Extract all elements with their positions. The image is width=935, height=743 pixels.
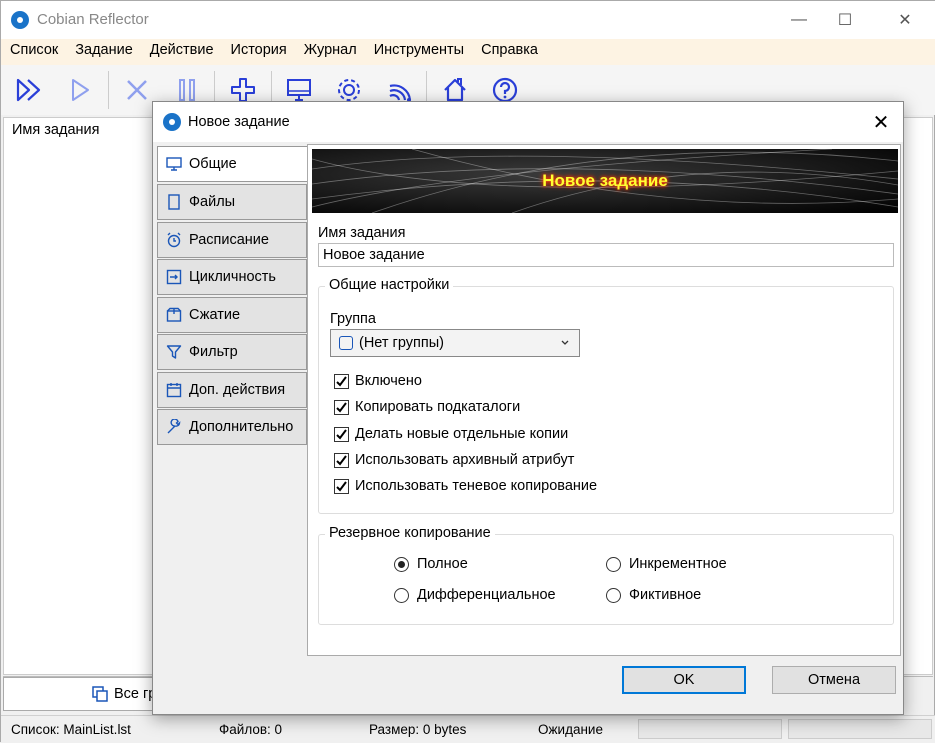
archive-icon — [166, 307, 182, 323]
tab-filter-label: Фильтр — [189, 344, 238, 360]
group-label: Группа — [330, 311, 376, 327]
copy-subdirs-checkbox[interactable]: Копировать подкаталоги — [334, 399, 520, 415]
tab-all-groups-label: Все гр — [114, 686, 157, 702]
backup-type-group: Резервное копирование — [318, 525, 894, 625]
copy-subdirs-label: Копировать подкаталоги — [355, 399, 521, 415]
radio-button[interactable] — [394, 587, 409, 603]
radio-dummy[interactable]: Фиктивное — [606, 587, 701, 603]
tab-advanced[interactable]: Дополнительно — [157, 409, 307, 445]
radio-differential-label: Дифференциальное — [417, 587, 556, 603]
filter-icon — [166, 344, 182, 360]
checkbox-box[interactable] — [334, 478, 349, 494]
tab-cycle-label: Цикличность — [189, 269, 276, 285]
status-progress-1 — [638, 719, 782, 739]
tab-extra-actions-label: Доп. действия — [189, 382, 286, 398]
status-state: Ожидание — [538, 722, 603, 737]
cancel-icon[interactable] — [118, 71, 156, 109]
radio-full[interactable]: Полное — [394, 556, 468, 572]
status-progress-2 — [788, 719, 932, 739]
status-files: Файлов: 0 — [219, 722, 283, 737]
menu-list[interactable]: Список — [1, 39, 66, 65]
radio-differential[interactable]: Дифференциальное — [394, 587, 556, 603]
group-select-value: (Нет группы) — [359, 335, 444, 351]
window-title: Cobian Reflector — [37, 11, 149, 28]
tab-schedule-label: Расписание — [189, 232, 269, 248]
menu-action[interactable]: Действие — [141, 39, 222, 65]
status-list: Список: MainList.lst — [11, 722, 131, 737]
radio-dummy-label: Фиктивное — [629, 587, 702, 603]
dialog-title: Новое задание — [188, 114, 290, 130]
radio-full-label: Полное — [417, 556, 468, 572]
radio-button[interactable] — [606, 556, 621, 572]
menu-bar: Список Задание Действие История Журнал И… — [1, 39, 935, 65]
calendar-icon — [166, 382, 182, 398]
maximize-button[interactable]: ☐ — [822, 1, 868, 39]
close-button[interactable]: ✕ — [882, 1, 928, 39]
group-select[interactable]: (Нет группы) — [330, 329, 580, 357]
radio-incremental-label: Инкрементное — [629, 556, 727, 572]
task-name-label: Имя задания — [318, 225, 406, 241]
tab-cycle[interactable]: Цикличность — [157, 259, 307, 295]
cancel-button[interactable]: Отмена — [772, 666, 896, 694]
minimize-button[interactable]: — — [776, 1, 822, 39]
monitor-icon — [166, 156, 182, 172]
dialog-app-icon — [163, 113, 181, 131]
menu-history[interactable]: История — [222, 39, 295, 65]
tab-extra-actions[interactable]: Доп. действия — [157, 372, 307, 408]
general-panel: Новое задание Имя задания Новое задание … — [307, 144, 901, 656]
archive-attr-checkbox[interactable]: Использовать архивный атрибут — [334, 452, 574, 468]
groups-icon — [92, 686, 108, 705]
tab-files-label: Файлы — [189, 194, 236, 210]
cycle-icon — [166, 269, 182, 285]
tab-files[interactable]: Файлы — [157, 184, 307, 220]
status-size: Размер: 0 bytes — [369, 722, 467, 737]
alarm-icon — [166, 232, 182, 248]
title-bar: Cobian Reflector — ☐ ✕ — [1, 1, 935, 39]
dialog-title-bar: Новое задание ✕ — [153, 102, 903, 142]
file-icon — [166, 194, 182, 210]
checkbox-box[interactable] — [334, 452, 349, 468]
enabled-checkbox[interactable]: Включено — [334, 373, 422, 389]
new-task-dialog: Новое задание ✕ Общие Файлы Расписание Ц… — [152, 101, 904, 715]
shadow-copy-label: Использовать теневое копирование — [355, 478, 598, 494]
checkbox-box[interactable] — [334, 426, 349, 442]
dialog-close-icon[interactable]: ✕ — [869, 110, 893, 134]
separate-copies-checkbox[interactable]: Делать новые отдельные копии — [334, 426, 568, 442]
tab-filter[interactable]: Фильтр — [157, 334, 307, 370]
run-all-icon[interactable] — [11, 71, 49, 109]
radio-button[interactable] — [606, 587, 621, 603]
group-square-icon — [339, 336, 353, 350]
app-icon — [11, 11, 29, 29]
tab-compression-label: Сжатие — [189, 307, 241, 323]
radio-button[interactable] — [394, 556, 409, 572]
banner-image: Новое задание — [312, 149, 898, 213]
checkbox-box[interactable] — [334, 399, 349, 415]
banner-title: Новое задание — [542, 171, 668, 190]
tab-compression[interactable]: Сжатие — [157, 297, 307, 333]
task-name-input[interactable]: Новое задание — [318, 243, 894, 267]
chevron-down-icon — [559, 336, 571, 352]
separate-copies-label: Делать новые отдельные копии — [355, 426, 569, 442]
run-icon[interactable] — [61, 71, 99, 109]
tab-schedule[interactable]: Расписание — [157, 222, 307, 258]
archive-attr-label: Использовать архивный атрибут — [355, 452, 575, 468]
wrench-icon — [166, 419, 182, 435]
ok-button[interactable]: OK — [622, 666, 746, 694]
tab-advanced-label: Дополнительно — [189, 419, 294, 435]
general-settings-title: Общие настройки — [325, 277, 454, 293]
backup-type-title: Резервное копирование — [325, 525, 495, 541]
shadow-copy-checkbox[interactable]: Использовать теневое копирование — [334, 478, 597, 494]
menu-task[interactable]: Задание — [66, 39, 141, 65]
menu-tools[interactable]: Инструменты — [365, 39, 472, 65]
checkbox-box[interactable] — [334, 373, 349, 389]
menu-log[interactable]: Журнал — [295, 39, 365, 65]
menu-help[interactable]: Справка — [472, 39, 546, 65]
status-bar: Список: MainList.lst Файлов: 0 Размер: 0… — [1, 715, 935, 743]
tab-general[interactable]: Общие — [157, 146, 311, 182]
radio-incremental[interactable]: Инкрементное — [606, 556, 727, 572]
enabled-label: Включено — [355, 373, 422, 389]
tab-general-label: Общие — [189, 156, 237, 172]
list-header-task-name[interactable]: Имя задания — [12, 122, 99, 138]
